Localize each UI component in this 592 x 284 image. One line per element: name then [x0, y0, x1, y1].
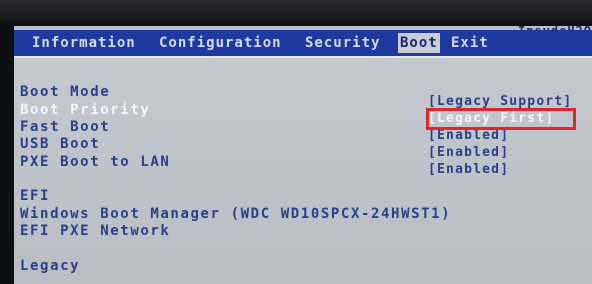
efi-boot-item-windows[interactable]: Windows Boot Manager (WDC WD10SPCX-24HWS…	[20, 206, 451, 222]
bios-menu-bar: Information Configuration Security Boot …	[14, 30, 592, 56]
tab-exit[interactable]: Exit	[451, 33, 489, 53]
highlight-box	[426, 108, 576, 130]
boot-mode-label[interactable]: Boot Mode	[20, 84, 110, 100]
fast-boot-value[interactable]: [Enabled]	[428, 128, 509, 143]
legacy-heading: Legacy	[20, 258, 81, 274]
usb-boot-label[interactable]: USB Boot	[20, 136, 100, 152]
fast-boot-label[interactable]: Fast Boot	[20, 119, 110, 135]
pxe-boot-value[interactable]: [Enabled]	[428, 162, 509, 177]
tab-security[interactable]: Security	[305, 33, 380, 53]
tab-boot[interactable]: Boot	[398, 33, 440, 53]
efi-heading: EFI	[20, 188, 51, 204]
boot-priority-label[interactable]: Boot Priority	[20, 102, 150, 118]
bios-screen: InsydeH2O Information Configuration Secu…	[0, 0, 592, 284]
monitor-bezel	[0, 0, 592, 22]
efi-boot-item-pxe[interactable]: EFI PXE Network	[20, 223, 170, 239]
tab-configuration[interactable]: Configuration	[159, 33, 282, 53]
tab-information[interactable]: Information	[32, 33, 136, 53]
usb-boot-value[interactable]: [Enabled]	[428, 145, 509, 160]
boot-mode-value[interactable]: [Legacy Support]	[428, 94, 572, 109]
pxe-boot-label[interactable]: PXE Boot to LAN	[20, 154, 170, 170]
